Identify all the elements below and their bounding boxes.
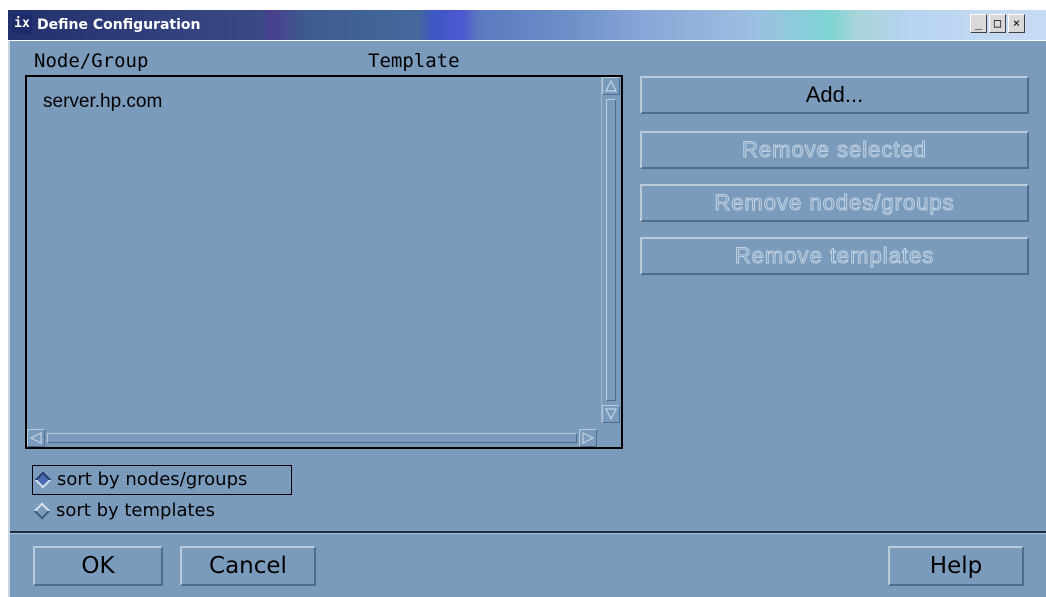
radio-selected-icon — [34, 471, 52, 489]
scroll-right-arrow-icon[interactable] — [579, 429, 597, 447]
sort-by-nodes-groups-radio[interactable]: sort by nodes/groups — [32, 465, 292, 495]
horizontal-scrollbar[interactable] — [27, 429, 599, 447]
remove-selected-button[interactable]: Remove selected — [640, 131, 1029, 169]
radio-unselected-icon — [33, 502, 51, 520]
title-bar[interactable]: ix Define Configuration _ □ × — [0, 0, 1046, 41]
horizontal-scroll-track[interactable] — [47, 433, 577, 443]
column-header-template: Template — [368, 50, 460, 72]
configuration-list[interactable]: server.hp.com — [25, 75, 623, 449]
scroll-up-arrow-icon[interactable] — [602, 77, 620, 95]
cancel-button[interactable]: Cancel — [180, 546, 316, 586]
scroll-down-arrow-icon[interactable] — [602, 405, 620, 423]
app-icon[interactable]: ix — [12, 14, 32, 34]
add-button[interactable]: Add... — [640, 76, 1029, 114]
dialog-body: Node/Group Template server.hp.com Add...… — [8, 41, 1046, 597]
radio-label: sort by templates — [56, 500, 216, 521]
close-button[interactable]: × — [1008, 14, 1025, 33]
radio-label: sort by nodes/groups — [57, 469, 248, 490]
remove-nodes-groups-button[interactable]: Remove nodes/groups — [640, 184, 1029, 222]
minimize-button[interactable]: _ — [970, 14, 987, 33]
maximize-button[interactable]: □ — [989, 14, 1006, 33]
help-button[interactable]: Help — [888, 546, 1024, 586]
window-title: Define Configuration — [37, 17, 201, 33]
scroll-left-arrow-icon[interactable] — [27, 429, 45, 447]
ok-button[interactable]: OK — [33, 546, 163, 586]
column-header-node-group: Node/Group — [34, 50, 149, 72]
vertical-scrollbar[interactable] — [601, 77, 622, 423]
vertical-scroll-track[interactable] — [606, 99, 616, 401]
remove-templates-button[interactable]: Remove templates — [640, 237, 1029, 275]
list-item[interactable]: server.hp.com — [43, 91, 162, 113]
footer-separator — [10, 531, 1046, 534]
